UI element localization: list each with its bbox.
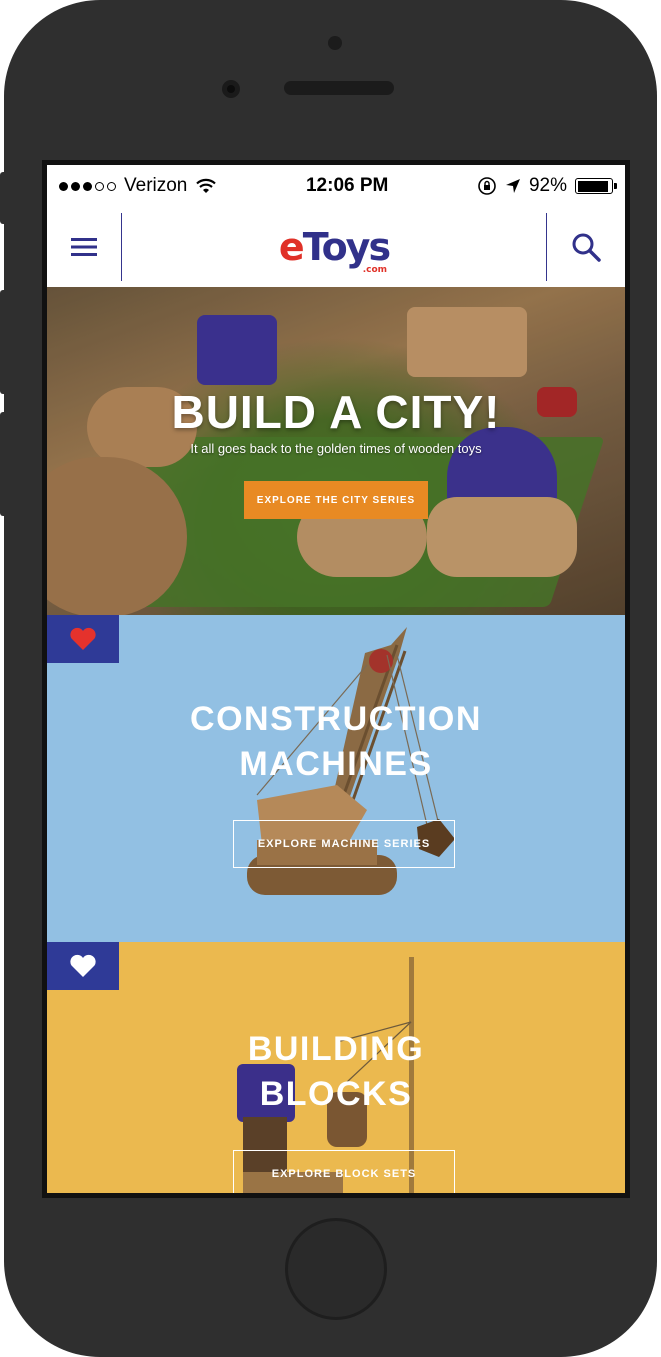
menu-icon: [71, 238, 97, 256]
explore-machine-button[interactable]: EXPLORE MACHINE SERIES: [233, 820, 455, 868]
battery-percent: 92%: [528, 175, 567, 196]
proximity-sensor: [328, 36, 342, 50]
explore-city-button[interactable]: EXPLORE THE CITY SERIES: [244, 481, 428, 519]
search-button[interactable]: [546, 213, 625, 281]
mute-switch: [0, 172, 8, 224]
hero-subtitle: It all goes back to the golden times of …: [190, 441, 482, 456]
volume-down-button: [0, 412, 8, 516]
home-button[interactable]: [285, 1218, 387, 1320]
orientation-lock-icon: [478, 177, 496, 195]
location-icon: [505, 179, 520, 193]
phone-frame: Verizon 12:06 PM 92% eToys .com BUILD A …: [4, 0, 657, 1357]
panel-title-line2: BLOCKS: [259, 1075, 413, 1113]
top-nav: eToys .com: [47, 207, 625, 287]
signal-dots-icon: [59, 181, 116, 191]
search-icon: [572, 233, 601, 262]
etoys-logo[interactable]: eToys .com: [279, 228, 391, 275]
panel-title-line1: BUILDING: [247, 1030, 425, 1068]
wifi-icon: [196, 178, 217, 193]
clock: 12:06 PM: [305, 175, 389, 196]
earpiece-speaker: [284, 81, 394, 95]
front-camera: [222, 80, 240, 98]
menu-button[interactable]: [47, 213, 122, 281]
hero-title: BUILD A CITY!: [171, 386, 501, 438]
battery-icon: [575, 178, 617, 194]
explore-block-button[interactable]: EXPLORE BLOCK SETS: [233, 1150, 455, 1193]
category-panel-construction: CONSTRUCTION MACHINES EXPLORE MACHINE SE…: [47, 615, 625, 942]
panel-title-line2: MACHINES: [239, 745, 433, 783]
status-bar: Verizon 12:06 PM 92%: [47, 165, 625, 207]
hero-banner: BUILD A CITY! It all goes back to the go…: [47, 287, 625, 615]
carrier-label: Verizon: [124, 175, 188, 196]
panel-title-line1: CONSTRUCTION: [190, 700, 482, 738]
category-panel-blocks: BUILDING BLOCKS EXPLORE BLOCK SETS: [47, 942, 625, 1193]
screen: Verizon 12:06 PM 92% eToys .com BUILD A …: [42, 160, 630, 1198]
volume-up-button: [0, 290, 8, 394]
